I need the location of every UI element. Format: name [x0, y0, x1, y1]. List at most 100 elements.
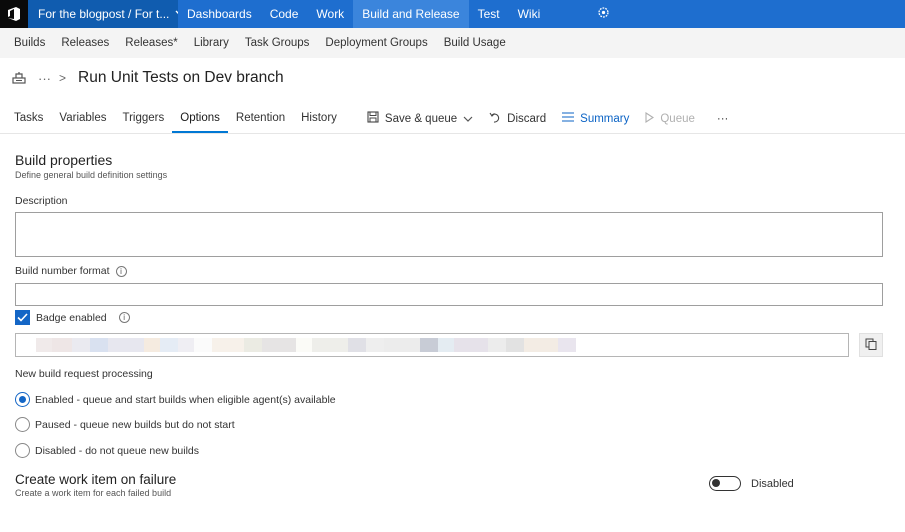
- redacted-segment: [178, 338, 194, 352]
- nav-build-and-release[interactable]: Build and Release: [353, 0, 469, 28]
- breadcrumb-overflow[interactable]: ···: [38, 71, 51, 86]
- radio-enabled[interactable]: [15, 392, 30, 407]
- subnav-build-usage[interactable]: Build Usage: [436, 37, 514, 49]
- section-subheading: Define general build definition settings: [15, 170, 168, 180]
- work-item-toggle[interactable]: [709, 476, 741, 491]
- build-number-format-field[interactable]: [15, 283, 883, 306]
- discard-label: Discard: [507, 112, 547, 125]
- radio-disabled[interactable]: [15, 443, 30, 458]
- nav-wiki[interactable]: Wiki: [509, 0, 550, 28]
- processing-option-label: Disabled - do not queue new builds: [35, 444, 200, 457]
- subnav-releases-preview[interactable]: Releases*: [117, 37, 185, 49]
- project-selector[interactable]: For the blogpost / For t...: [28, 0, 178, 28]
- redacted-segment: [506, 338, 524, 352]
- play-icon: [645, 111, 655, 126]
- redacted-segment: [52, 338, 72, 352]
- work-item-subheading: Create a work item for each failed build: [15, 488, 172, 498]
- badge-enabled-label: Badge enabled: [36, 311, 107, 324]
- subnav-releases[interactable]: Releases: [53, 37, 117, 49]
- description-field[interactable]: [15, 212, 883, 257]
- processing-option-paused[interactable]: Paused - queue new builds but do not sta…: [15, 417, 235, 432]
- redacted-segment: [72, 338, 90, 352]
- subnav-library[interactable]: Library: [186, 37, 237, 49]
- undo-icon: [489, 111, 501, 126]
- redacted-segment: [194, 338, 212, 352]
- sub-nav: Builds Releases Releases* Library Task G…: [0, 28, 905, 58]
- nav-test[interactable]: Test: [469, 0, 509, 28]
- nav-code[interactable]: Code: [261, 0, 308, 28]
- copy-icon: [865, 338, 877, 353]
- redacted-segment: [558, 338, 576, 352]
- redacted-segment: [420, 338, 438, 352]
- page-title[interactable]: Run Unit Tests on Dev branch: [78, 69, 284, 87]
- chevron-down-icon: [463, 113, 473, 125]
- info-icon[interactable]: i: [115, 265, 127, 277]
- badge-url-field[interactable]: [15, 333, 849, 357]
- breadcrumb: ··· > Run Unit Tests on Dev branch: [12, 66, 284, 90]
- redacted-segment: [366, 338, 384, 352]
- redacted-segment: [384, 338, 420, 352]
- redacted-segment: [296, 338, 312, 352]
- tab-options[interactable]: Options: [172, 104, 228, 133]
- badge-enabled-row: Badge enabled i: [15, 310, 130, 325]
- subnav-task-groups[interactable]: Task Groups: [237, 37, 318, 49]
- project-name: For the blogpost / For t...: [38, 7, 170, 21]
- redacted-segment: [488, 338, 506, 352]
- redacted-segment: [262, 338, 296, 352]
- build-number-format-label-row: Build number format i: [15, 265, 127, 277]
- save-icon: [367, 111, 379, 126]
- badge-enabled-checkbox[interactable]: [15, 310, 30, 325]
- tab-variables[interactable]: Variables: [51, 104, 114, 133]
- subnav-builds[interactable]: Builds: [6, 37, 53, 49]
- tab-triggers[interactable]: Triggers: [115, 104, 173, 133]
- top-nav: Dashboards Code Work Build and Release T…: [178, 0, 549, 28]
- more-actions-button[interactable]: ···: [709, 104, 737, 133]
- work-item-toggle-state: Disabled: [751, 477, 794, 490]
- summary-label: Summary: [580, 112, 630, 125]
- gear-icon[interactable]: [597, 6, 610, 22]
- build-number-format-label: Build number format: [15, 265, 110, 277]
- radio-paused[interactable]: [15, 417, 30, 432]
- top-bar: For the blogpost / For t... Dashboards C…: [0, 0, 905, 28]
- info-icon[interactable]: i: [118, 312, 130, 323]
- list-icon: [562, 112, 575, 125]
- redacted-segment: [160, 338, 178, 352]
- save-and-queue-label: Save & queue: [384, 112, 458, 125]
- vsts-logo-icon[interactable]: [0, 0, 28, 28]
- redacted-segment: [36, 338, 52, 352]
- redacted-segment: [348, 338, 366, 352]
- subnav-deployment-groups[interactable]: Deployment Groups: [317, 37, 435, 49]
- redacted-segment: [144, 338, 160, 352]
- processing-label: New build request processing: [15, 368, 153, 380]
- discard-button[interactable]: Discard: [481, 104, 554, 133]
- tab-retention[interactable]: Retention: [228, 104, 293, 133]
- processing-option-label: Enabled - queue and start builds when el…: [35, 393, 336, 406]
- processing-option-label: Paused - queue new builds but do not sta…: [35, 418, 235, 431]
- work-item-heading: Create work item on failure: [15, 472, 177, 487]
- definition-tabs: Tasks Variables Triggers Options Retenti…: [0, 104, 905, 134]
- summary-button[interactable]: Summary: [554, 104, 637, 133]
- description-label: Description: [15, 195, 68, 207]
- nav-work[interactable]: Work: [307, 0, 353, 28]
- processing-option-disabled[interactable]: Disabled - do not queue new builds: [15, 443, 199, 458]
- queue-label: Queue: [660, 112, 695, 125]
- work-item-toggle-row: Disabled: [709, 476, 794, 491]
- redacted-segment: [212, 338, 244, 352]
- chevron-right-icon: >: [59, 71, 67, 85]
- processing-option-enabled[interactable]: Enabled - queue and start builds when el…: [15, 392, 336, 407]
- redacted-segment: [244, 338, 262, 352]
- redacted-segment: [438, 338, 454, 352]
- build-definition-icon: [12, 71, 26, 85]
- redacted-segment: [108, 338, 144, 352]
- save-and-queue-button[interactable]: Save & queue: [359, 104, 481, 133]
- tab-history[interactable]: History: [293, 104, 345, 133]
- redacted-segment: [524, 338, 558, 352]
- tab-tasks[interactable]: Tasks: [6, 104, 51, 133]
- redacted-segment: [312, 338, 348, 352]
- queue-button[interactable]: Queue: [637, 104, 703, 133]
- nav-dashboards[interactable]: Dashboards: [178, 0, 261, 28]
- copy-button[interactable]: [859, 333, 883, 357]
- redacted-segment: [90, 338, 108, 352]
- build-properties-header: Build properties Define general build de…: [15, 152, 883, 180]
- section-heading: Build properties: [15, 152, 113, 168]
